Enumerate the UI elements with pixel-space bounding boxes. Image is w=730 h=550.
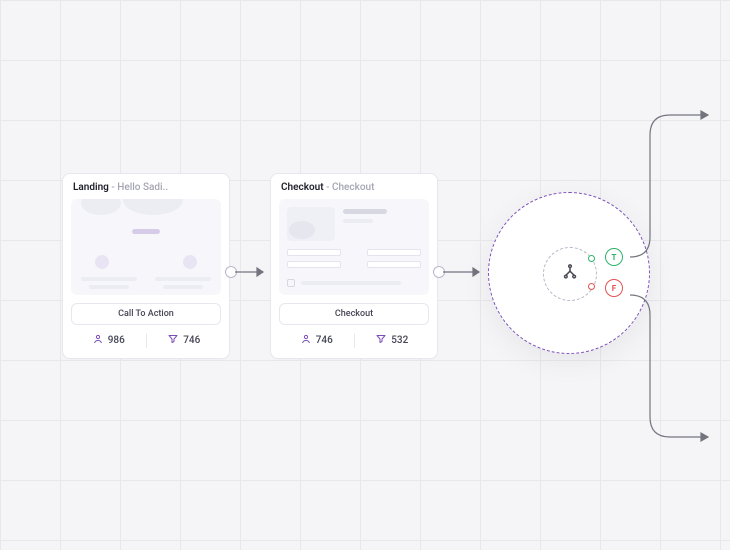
stat-converted-value: 746 — [183, 335, 200, 346]
stat-users: 746 — [279, 333, 354, 348]
card-checkout[interactable]: Checkout - Checkout Checkout 746 — [270, 173, 438, 359]
card-title-strong: Checkout — [281, 182, 324, 193]
card-title-sub: Checkout — [332, 182, 374, 193]
split-node[interactable]: T F — [488, 192, 650, 354]
stat-converted: 532 — [355, 333, 430, 348]
card-title-sep: - — [324, 182, 332, 193]
card-stats: 986 746 — [71, 333, 221, 348]
funnel-icon — [167, 333, 179, 348]
split-true-badge[interactable]: T — [605, 248, 623, 266]
stat-users: 986 — [71, 333, 146, 348]
stat-users-value: 746 — [316, 335, 333, 346]
card-landing[interactable]: Landing - Hello Sadi.. Call To Action 98… — [62, 173, 230, 359]
card-stats: 746 532 — [279, 333, 429, 348]
split-true-label: T — [612, 253, 617, 262]
stat-converted-value: 532 — [391, 335, 408, 346]
page-preview — [279, 199, 429, 295]
connector-checkout-to-split — [443, 266, 487, 278]
card-title-strong: Landing — [73, 182, 109, 193]
split-true-dot — [588, 255, 595, 262]
funnel-icon — [375, 333, 387, 348]
user-icon — [300, 333, 312, 348]
connector-split-true — [630, 105, 720, 265]
card-action-button[interactable]: Checkout — [279, 303, 429, 325]
card-title-sub: Hello Sadi.. — [117, 182, 168, 193]
split-false-badge[interactable]: F — [605, 279, 623, 297]
card-title: Checkout - Checkout — [279, 182, 429, 199]
card-action-button[interactable]: Call To Action — [71, 303, 221, 325]
card-action-label: Call To Action — [118, 309, 174, 319]
card-action-label: Checkout — [335, 309, 373, 319]
split-false-label: F — [612, 284, 616, 293]
page-preview — [71, 199, 221, 295]
connector-split-false — [630, 287, 720, 447]
stat-users-value: 986 — [108, 335, 125, 346]
split-false-dot — [588, 283, 595, 290]
connector-landing-to-checkout — [235, 266, 271, 278]
stat-converted: 746 — [147, 333, 222, 348]
card-title-sep: - — [109, 182, 117, 193]
user-icon — [92, 333, 104, 348]
card-title: Landing - Hello Sadi.. — [71, 182, 221, 199]
branch-icon — [560, 262, 580, 286]
